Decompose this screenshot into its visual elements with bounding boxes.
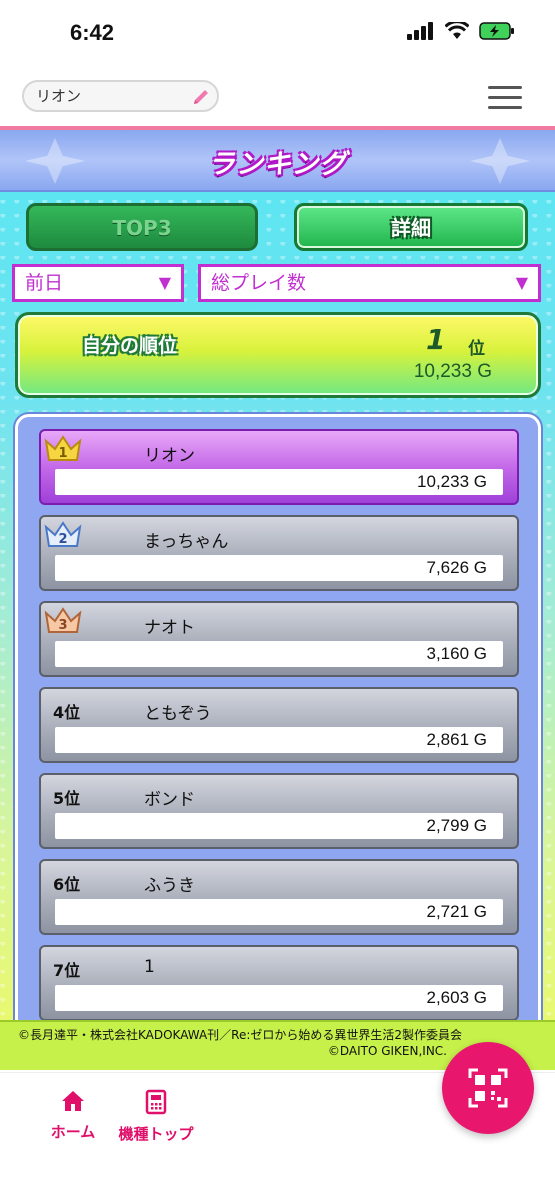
- slot-machine-icon: [145, 1089, 167, 1115]
- ranking-row: 7位 1 2,603 G: [39, 945, 519, 1021]
- home-icon: [62, 1091, 84, 1111]
- metric-select[interactable]: 総プレイ数 ▼: [198, 264, 541, 302]
- ranking-list[interactable]: 1 リオン 10,233 G 2 まっちゃん 7,626 G 3 ナオト 3,1…: [15, 414, 541, 1025]
- nav-home-label: ホーム: [50, 1123, 96, 1141]
- player-name: ともぞう: [144, 704, 212, 724]
- score-value: 2,721 G: [426, 902, 488, 921]
- score-bar: 2,799 G: [55, 813, 503, 839]
- score-bar: 2,861 G: [55, 727, 503, 753]
- player-name-field[interactable]: リオン: [22, 80, 219, 112]
- score-value: 2,861 G: [426, 730, 488, 749]
- rank-label: 5位: [53, 789, 81, 808]
- wifi-icon: [445, 22, 469, 39]
- ranking-row: 4位 ともぞう 2,861 G: [39, 687, 519, 763]
- rank-label: 6位: [53, 875, 81, 894]
- score-value: 2,603 G: [426, 988, 488, 1007]
- my-rank-unit: 位: [468, 339, 485, 359]
- ranking-row: 6位 ふうき 2,721 G: [39, 859, 519, 935]
- score-bar: 10,233 G: [55, 469, 503, 495]
- svg-text:1: 1: [58, 446, 67, 461]
- my-rank-value: 10,233 G: [413, 361, 492, 382]
- ranking-row: 3 ナオト 3,160 G: [39, 601, 519, 677]
- battery-icon: [479, 22, 514, 40]
- my-rank-panel: 自分の順位 1 位 10,233 G: [15, 312, 541, 398]
- nav-model-top[interactable]: 機種トップ: [114, 1089, 198, 1144]
- player-name: ナオト: [144, 618, 195, 638]
- pencil-icon[interactable]: [191, 87, 211, 107]
- status-icons: [407, 22, 515, 40]
- svg-text:2: 2: [58, 532, 67, 547]
- bronze-crown-icon: 3: [44, 607, 82, 633]
- ranking-row: 2 まっちゃん 7,626 G: [39, 515, 519, 591]
- score-value: 7,626 G: [426, 558, 488, 577]
- qr-scan-button[interactable]: [442, 1042, 534, 1134]
- page-title: ランキング: [207, 149, 348, 180]
- player-name: ボンド: [144, 790, 195, 810]
- metric-select-value: 総プレイ数: [211, 272, 307, 294]
- player-name-text: リオン: [36, 87, 82, 105]
- dropdown-arrow-icon: ▼: [515, 273, 528, 292]
- svg-text:3: 3: [58, 618, 67, 633]
- rank-label: 4位: [53, 703, 81, 722]
- signal-icon: [407, 22, 433, 40]
- ranking-screen: ランキング TOP3 詳細 前日 ▼ 総プレイ数 ▼ 自分の順位 1 位 10,…: [0, 130, 555, 1025]
- gold-crown-icon: 1: [44, 435, 82, 461]
- score-bar: 2,603 G: [55, 985, 503, 1011]
- status-bar: 6:42: [0, 0, 555, 66]
- score-bar: 3,160 G: [55, 641, 503, 667]
- player-name: まっちゃん: [144, 532, 229, 552]
- title-band: ランキング: [0, 130, 555, 192]
- qr-code-icon: [468, 1068, 508, 1108]
- period-select[interactable]: 前日 ▼: [12, 264, 184, 302]
- hamburger-menu-button[interactable]: [488, 86, 522, 110]
- score-bar: 2,721 G: [55, 899, 503, 925]
- score-bar: 7,626 G: [55, 555, 503, 581]
- status-time: 6:42: [70, 20, 115, 45]
- app-header: リオン: [0, 66, 555, 128]
- my-rank-label: 自分の順位: [82, 335, 178, 357]
- nav-home[interactable]: ホーム: [48, 1089, 98, 1142]
- ranking-row: 1 リオン 10,233 G: [39, 429, 519, 505]
- rank-label: 7位: [53, 961, 81, 980]
- dropdown-arrow-icon: ▼: [158, 273, 171, 292]
- hamburger-icon: [488, 86, 522, 89]
- player-name: ふうき: [144, 876, 195, 896]
- tab-top3[interactable]: TOP3: [26, 203, 258, 251]
- player-name: 1: [144, 957, 155, 977]
- score-value: 10,233 G: [417, 472, 487, 491]
- tab-detail[interactable]: 詳細: [294, 203, 528, 251]
- period-select-value: 前日: [25, 272, 64, 294]
- player-name: リオン: [144, 446, 195, 466]
- score-value: 2,799 G: [426, 816, 488, 835]
- score-value: 3,160 G: [426, 644, 488, 663]
- copyright-line-2: ©DAITO GIKEN,INC.: [327, 1044, 447, 1058]
- copyright-line-1: ©長月達平・株式会社KADOKAWA刊／Re:ゼロから始める異世界生活2製作委員…: [18, 1028, 463, 1042]
- ranking-row: 5位 ボンド 2,799 G: [39, 773, 519, 849]
- silver-crown-icon: 2: [44, 521, 82, 547]
- my-rank-number: 1: [426, 323, 446, 356]
- nav-model-top-label: 機種トップ: [118, 1125, 194, 1143]
